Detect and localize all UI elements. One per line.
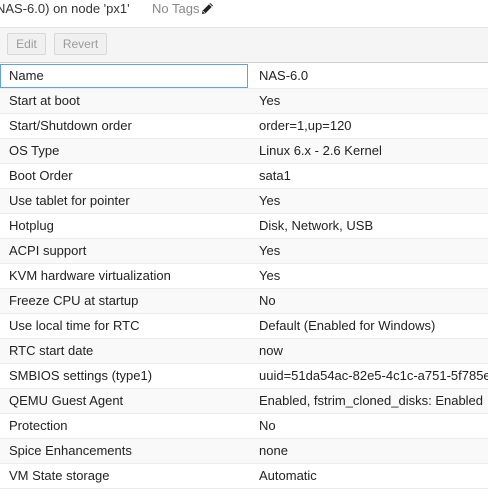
option-row[interactable]: KVM hardware virtualization Yes — [0, 264, 488, 289]
option-row[interactable]: SMBIOS settings (type1) uuid=51da54ac-82e… — [0, 364, 488, 389]
option-key: Name — [0, 64, 248, 88]
option-value: Yes — [259, 193, 281, 208]
option-value: No — [259, 293, 276, 308]
option-value: Yes — [259, 243, 281, 258]
option-value: now — [259, 343, 283, 358]
pencil-icon[interactable] — [201, 2, 214, 15]
option-key: Protection — [9, 418, 68, 433]
option-row[interactable]: Protection No — [0, 414, 488, 439]
options-toolbar: Edit Revert — [0, 28, 488, 63]
option-value: none — [259, 443, 288, 458]
option-key: Start/Shutdown order — [9, 118, 132, 133]
option-value: Linux 6.x - 2.6 Kernel — [259, 143, 382, 158]
edit-button[interactable]: Edit — [7, 33, 46, 55]
option-value: sata1 — [259, 168, 291, 183]
vm-options-panel: NAS-6.0) on node 'px1' No Tags Edit Reve… — [0, 0, 488, 504]
option-row[interactable]: Start/Shutdown order order=1,up=120 — [0, 114, 488, 139]
option-row[interactable]: OS Type Linux 6.x - 2.6 Kernel — [0, 139, 488, 164]
option-key: Use tablet for pointer — [9, 193, 130, 208]
option-value: Automatic — [259, 468, 317, 483]
option-row[interactable]: Freeze CPU at startup No — [0, 289, 488, 314]
option-key: RTC start date — [9, 343, 94, 358]
option-value: No — [259, 418, 276, 433]
option-key: Freeze CPU at startup — [9, 293, 139, 308]
option-value: uuid=51da54ac-82e5-4c1c-a751-5f785e — [259, 368, 488, 383]
option-row[interactable]: ACPI support Yes — [0, 239, 488, 264]
option-key: KVM hardware virtualization — [9, 268, 171, 283]
option-value: Enabled, fstrim_cloned_disks: Enabled — [259, 393, 484, 408]
option-key: Hotplug — [9, 218, 54, 233]
option-key: ACPI support — [9, 243, 87, 258]
revert-button[interactable]: Revert — [54, 33, 107, 55]
option-row[interactable]: Name NAS-6.0 — [0, 64, 488, 89]
option-row[interactable]: Spice Enhancements none — [0, 439, 488, 464]
option-value: Default (Enabled for Windows) — [259, 318, 436, 333]
option-key: Spice Enhancements — [9, 443, 132, 458]
option-key: Use local time for RTC — [9, 318, 140, 333]
option-row[interactable]: Start at boot Yes — [0, 89, 488, 114]
options-grid: Name NAS-6.0 Start at boot Yes Start/Shutdow… — [0, 64, 488, 489]
option-row[interactable]: VM State storage Automatic — [0, 464, 488, 489]
option-value: Yes — [259, 93, 281, 108]
panel-header: NAS-6.0) on node 'px1' No Tags — [0, 0, 488, 28]
option-row[interactable]: RTC start date now — [0, 339, 488, 364]
option-key: VM State storage — [9, 468, 110, 483]
page-title: NAS-6.0) on node 'px1' — [0, 1, 130, 16]
option-value: NAS-6.0 — [259, 68, 309, 83]
option-key: Boot Order — [9, 168, 73, 183]
option-key: QEMU Guest Agent — [9, 393, 124, 408]
option-row[interactable]: Use local time for RTC Default (Enabled f… — [0, 314, 488, 339]
option-key: Start at boot — [9, 93, 80, 108]
option-value: Disk, Network, USB — [259, 218, 374, 233]
option-value: Yes — [259, 268, 281, 283]
option-row[interactable]: Hotplug Disk, Network, USB — [0, 214, 488, 239]
option-key: SMBIOS settings (type1) — [9, 368, 153, 383]
option-key: OS Type — [9, 143, 60, 158]
option-row[interactable]: Use tablet for pointer Yes — [0, 189, 488, 214]
option-row[interactable]: QEMU Guest Agent Enabled, fstrim_cloned_d… — [0, 389, 488, 414]
option-row[interactable]: Boot Order sata1 — [0, 164, 488, 189]
tags-label: No Tags — [152, 1, 200, 16]
option-value: order=1,up=120 — [259, 118, 352, 133]
